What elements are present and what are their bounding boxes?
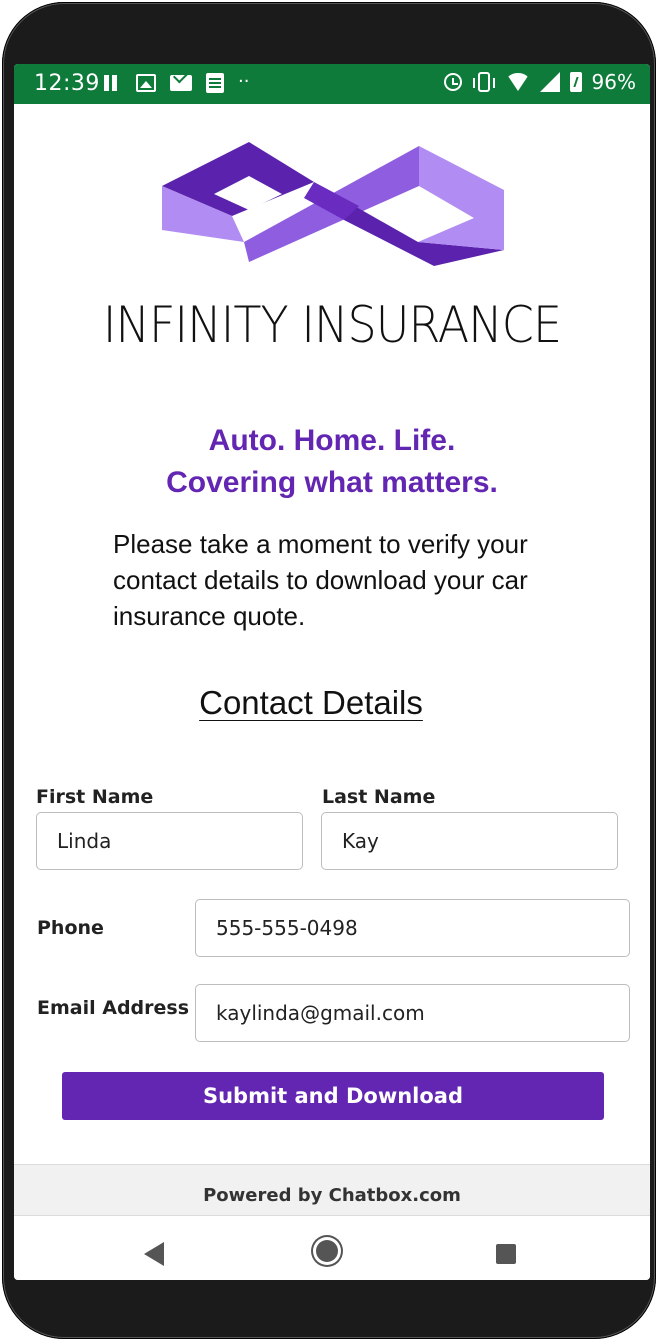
tagline: Auto. Home. Life. Covering what matters. (14, 420, 650, 504)
contact-details-heading: Contact Details (199, 684, 423, 721)
system-icons: 96% (443, 70, 636, 94)
alarm-icon (443, 73, 462, 91)
brand-name: INFINITY INSURANCE (102, 296, 562, 354)
navigation-bar (14, 1216, 650, 1280)
status-bar: 12:39 ·· 96% (14, 64, 650, 104)
email-label: Email Address (37, 997, 190, 1019)
last-name-field[interactable] (321, 812, 618, 870)
intro-text: Please take a moment to verify your cont… (113, 529, 528, 631)
phone-field[interactable] (195, 899, 630, 957)
battery-icon (569, 72, 582, 92)
mail-icon (170, 75, 192, 91)
pause-icon (102, 73, 122, 93)
powered-by-link[interactable]: Powered by Chatbox.com (203, 1185, 461, 1206)
first-name-label: First Name (36, 786, 154, 808)
document-icon (206, 73, 224, 93)
more-dots-icon: ·· (238, 71, 250, 92)
first-name-field[interactable] (36, 812, 303, 870)
wifi-icon (505, 73, 530, 91)
phone-label: Phone (37, 917, 104, 939)
image-icon (136, 74, 156, 92)
phone-frame: 12:39 ·· 96% INFINITY INSURANCE Auto. Ho… (2, 2, 656, 1339)
tagline-line-1: Auto. Home. Life. (208, 424, 456, 457)
last-name-label: Last Name (322, 786, 436, 808)
powered-by-footer: Powered by Chatbox.com (14, 1164, 650, 1216)
logo-right-face (418, 146, 504, 250)
battery-percent: 96% (591, 70, 636, 94)
email-field[interactable] (195, 984, 630, 1042)
phone-screen: 12:39 ·· 96% INFINITY INSURANCE Auto. Ho… (14, 64, 650, 1280)
recent-apps-icon[interactable] (496, 1244, 516, 1264)
vibrate-icon (472, 72, 495, 92)
back-icon[interactable] (144, 1242, 164, 1266)
submit-and-download-button[interactable]: Submit and Download (62, 1072, 604, 1120)
notification-icons: ·· (102, 73, 249, 93)
status-time: 12:39 (34, 71, 100, 96)
home-icon[interactable] (316, 1240, 338, 1262)
infinity-logo (162, 142, 504, 266)
signal-icon (539, 72, 560, 92)
tagline-line-2: Covering what matters. (166, 466, 498, 499)
